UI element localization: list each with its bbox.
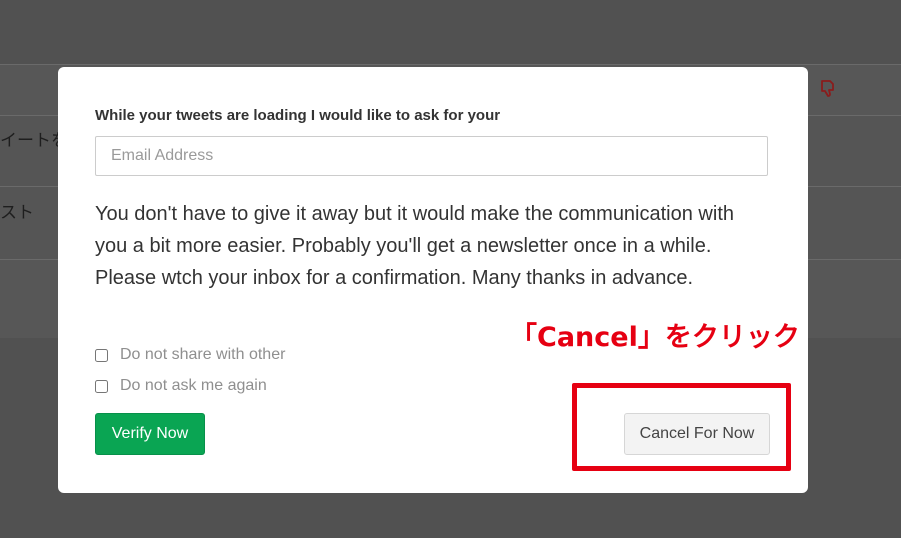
do-not-share-label: Do not share with other [120, 346, 286, 363]
annotation-label: 「Cancel」をクリック [510, 322, 800, 353]
background-row-text: スト [0, 203, 34, 223]
annotation-highlight-box [572, 383, 791, 471]
do-not-ask-option[interactable]: Do not ask me again [95, 377, 267, 395]
modal-prompt: While your tweets are loading I would li… [95, 107, 501, 124]
verify-now-button[interactable]: Verify Now [95, 413, 205, 455]
do-not-ask-checkbox[interactable] [95, 379, 108, 393]
do-not-share-checkbox[interactable] [95, 348, 108, 362]
thumbs-down-icon [819, 78, 839, 98]
modal-description: You don't have to give it away but it wo… [95, 203, 734, 289]
email-input[interactable] [95, 136, 768, 176]
do-not-ask-label: Do not ask me again [120, 377, 267, 394]
do-not-share-option[interactable]: Do not share with other [95, 346, 285, 364]
